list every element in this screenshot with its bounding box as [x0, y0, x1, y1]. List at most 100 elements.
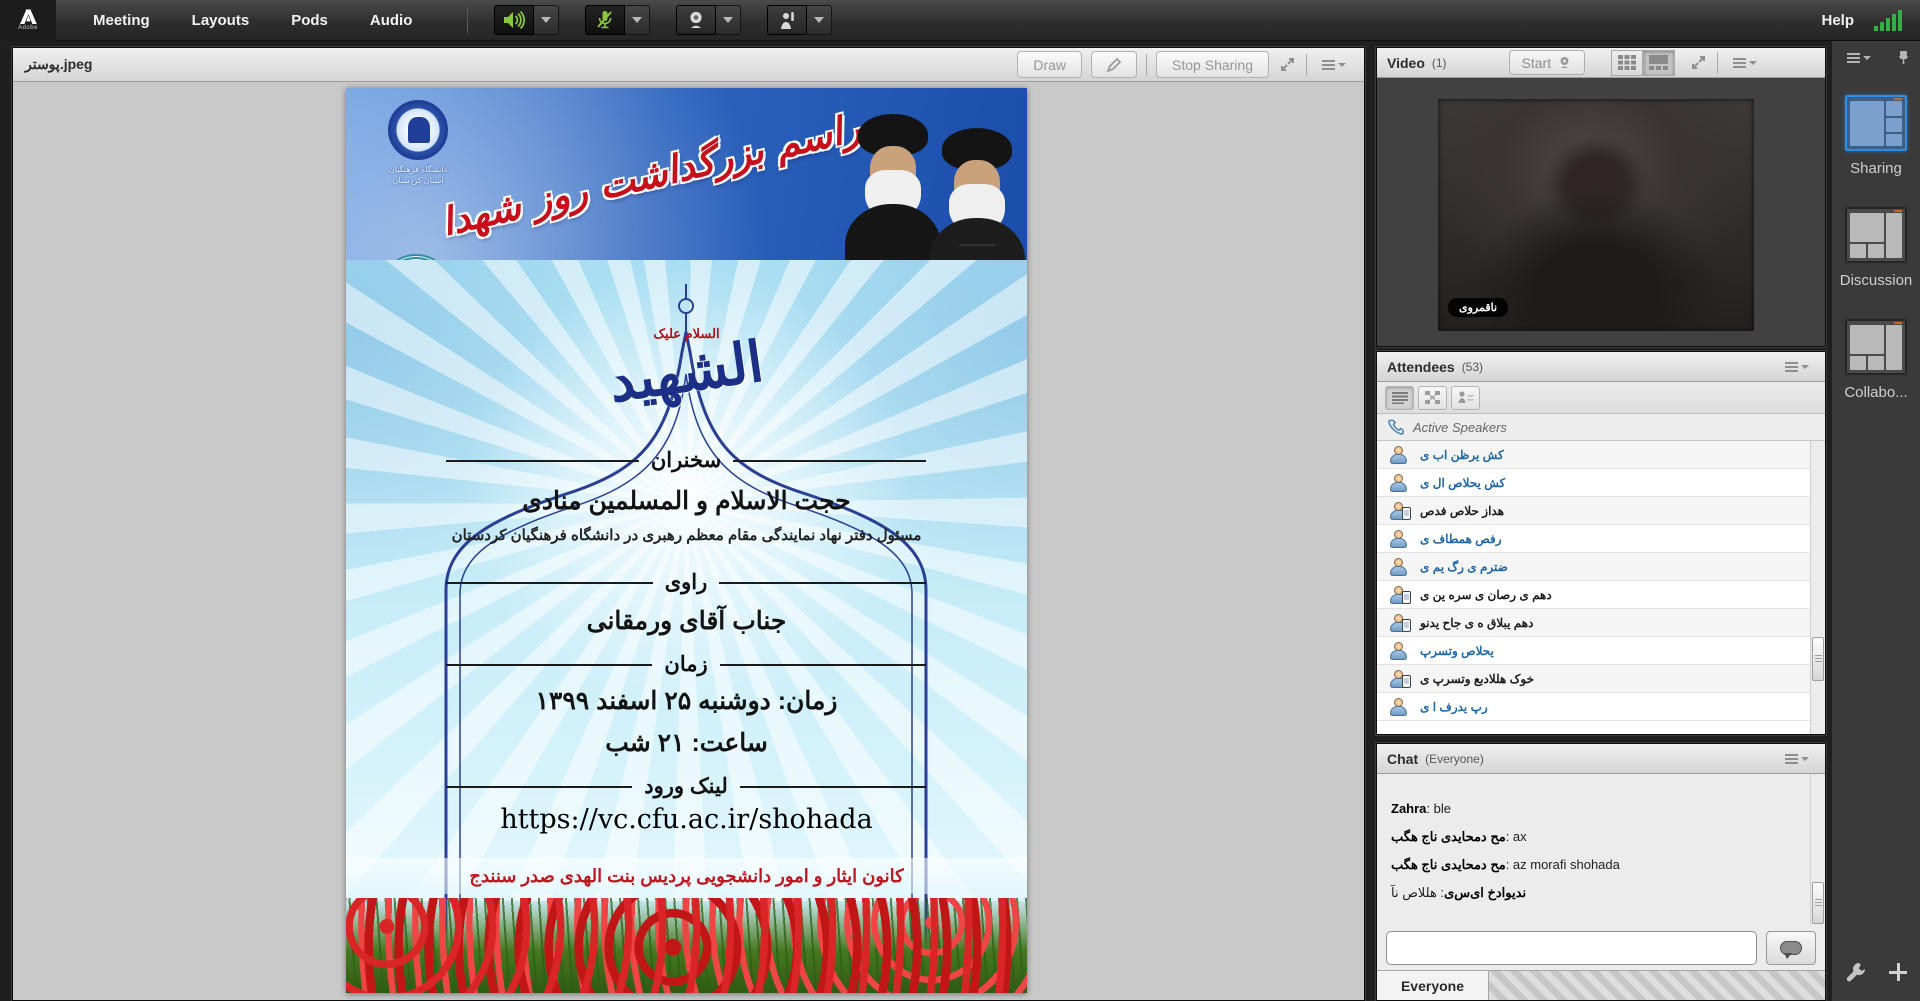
- video-pod-header: Video (1) Start: [1377, 48, 1825, 78]
- attendee-row[interactable]: ی با نظری شک: [1377, 441, 1825, 469]
- chat-text: : az morafi shohada: [1505, 856, 1620, 872]
- attendees-scrollbar-thumb[interactable]: [1812, 637, 1824, 681]
- share-pod-header: پوستر.jpeg Draw Stop Sharing: [13, 48, 1364, 82]
- fullscreen-icon[interactable]: [1689, 53, 1708, 72]
- attendee-name: وندی حاج ی ه قالبی مهد: [1420, 615, 1534, 630]
- chevron-down-icon: [1801, 364, 1809, 369]
- attendee-row[interactable]: ی فاطمه صفر: [1377, 525, 1825, 553]
- menu-audio[interactable]: Audio: [349, 12, 434, 29]
- raise-hand-button[interactable]: [767, 5, 808, 35]
- webcam-video-feed: ی‌ورمقان: [1438, 99, 1754, 331]
- microphone-button[interactable]: [585, 5, 626, 35]
- webcam-button[interactable]: [676, 5, 717, 35]
- chat-pod: Chat (Everyone) Zahra: ble بگه جان ی‌دی‌…: [1376, 743, 1826, 1001]
- shared-poster-image: مراسم بزرگداشت روز شهدا دانشگاه فرهنگیان…: [346, 88, 1027, 993]
- attendees-pod-menu-button[interactable]: [1779, 360, 1815, 374]
- chat-message: بگه جان ی‌دی‌احمد حم: ax: [1391, 828, 1799, 847]
- attendee-row[interactable]: ی لا صالحی شک: [1377, 469, 1825, 497]
- chevron-down-icon: [1863, 55, 1871, 60]
- layout-label-sharing: Sharing: [1850, 160, 1902, 177]
- attendee-name: ی نی هرس ی ناصر ی مهد: [1420, 587, 1552, 602]
- draw-button[interactable]: Draw: [1017, 51, 1083, 78]
- chat-scrollbar-thumb[interactable]: [1812, 882, 1824, 924]
- person-icon: [1389, 445, 1409, 464]
- attendees-scrollbar[interactable]: [1810, 441, 1825, 734]
- adobe-logo-label: Adobe: [18, 25, 38, 31]
- pod-menu-icon: [1785, 753, 1798, 764]
- attendee-name: ی ا فردی پر: [1420, 699, 1488, 714]
- chat-sender: ی‌س‌ی‌ا خداوی‌دن: [1444, 884, 1527, 900]
- university-logo-caption-1: دانشگاه فرهنگیان: [388, 165, 448, 174]
- pin-icon[interactable]: [1896, 50, 1911, 65]
- video-pod: Video (1) Start: [1376, 47, 1826, 347]
- stop-sharing-button[interactable]: Stop Sharing: [1156, 51, 1269, 78]
- chat-pod-menu-button[interactable]: [1779, 752, 1815, 766]
- chat-message: Zahra: ble: [1391, 800, 1799, 819]
- menu-meeting[interactable]: Meeting: [72, 12, 171, 29]
- attendee-name: ی می گر ی مرتض: [1420, 559, 1508, 574]
- microphone-dropdown-button[interactable]: [625, 5, 651, 35]
- wrench-icon[interactable]: [1845, 961, 1867, 983]
- attendee-name: ی با نظری شک: [1420, 447, 1504, 462]
- chat-scrollbar[interactable]: [1810, 774, 1825, 926]
- chat-input[interactable]: [1386, 931, 1757, 965]
- send-message-button[interactable]: [1766, 931, 1816, 965]
- tab-everyone[interactable]: Everyone: [1377, 971, 1489, 1000]
- layout-thumbnail-sharing: [1845, 95, 1907, 151]
- attendee-row[interactable]: ی نی هرس ی ناصر ی مهد: [1377, 581, 1825, 609]
- menu-layouts[interactable]: Layouts: [171, 12, 271, 29]
- university-logo: دانشگاه فرهنگیان استان کردستان: [372, 100, 464, 186]
- layout-item-sharing[interactable]: Sharing: [1832, 95, 1920, 177]
- attendee-row[interactable]: ی می گر ی مرتض: [1377, 553, 1825, 581]
- attendee-row[interactable]: صدف صالح زاده: [1377, 497, 1825, 525]
- filmstrip-view-button[interactable]: [1643, 49, 1676, 76]
- divider: [1717, 51, 1719, 74]
- share-pod-menu-button[interactable]: [1316, 58, 1352, 72]
- attendee-name: ی پرستو عبدالله کوخ: [1420, 671, 1535, 686]
- attendee-row[interactable]: ی ا فردی پر: [1377, 693, 1825, 721]
- list-view-icon: [1391, 391, 1408, 404]
- video-view-toggle: [1611, 49, 1676, 76]
- attendee-status-view-button[interactable]: [1451, 385, 1480, 410]
- speaker-section-heading: سخنران: [446, 448, 926, 473]
- breakout-view-button[interactable]: [1418, 385, 1447, 410]
- start-webcam-button[interactable]: Start: [1508, 50, 1586, 75]
- pointer-tool-button[interactable]: [1091, 51, 1138, 78]
- layout-item-collaboration[interactable]: Collabo...: [1832, 319, 1920, 401]
- speaker-button[interactable]: [494, 5, 535, 35]
- adobe-logo: Adobe: [0, 0, 56, 41]
- video-pod-menu-button[interactable]: [1727, 56, 1763, 70]
- layout-item-discussion[interactable]: Discussion: [1832, 207, 1920, 289]
- speaker-name: حجت الاسلام و المسلمین منادی: [522, 487, 851, 515]
- attendee-row[interactable]: ی پرستو عبدالله کوخ: [1377, 665, 1825, 693]
- time-section-heading: زمان: [446, 652, 926, 677]
- plus-icon[interactable]: [1889, 963, 1907, 981]
- chat-input-row: [1377, 926, 1825, 970]
- layouts-menu-button[interactable]: [1841, 51, 1877, 65]
- chat-text: : ax: [1505, 828, 1527, 844]
- university-logo-caption-2: استان کردستان: [392, 176, 444, 186]
- speaker-heading-text: سخنران: [650, 449, 722, 472]
- raise-hand-icon: [781, 12, 795, 29]
- microphone-control: [585, 5, 651, 35]
- attendee-list-view-button[interactable]: [1385, 385, 1414, 410]
- active-speakers-group[interactable]: Active Speakers: [1377, 414, 1825, 441]
- speaker-icon: [504, 10, 526, 30]
- grid-view-button[interactable]: [1611, 49, 1644, 76]
- help-menu[interactable]: Help: [1821, 12, 1854, 29]
- attendees-toolbar: [1377, 382, 1825, 414]
- layouts-panel: Sharing Discussion Collabo...: [1832, 41, 1920, 1001]
- attendees-pod-header: Attendees (53): [1377, 352, 1825, 382]
- event-time: ساعت: ۲۱ شب: [605, 729, 768, 757]
- speaker-dropdown-button[interactable]: [534, 5, 560, 35]
- chat-tabbar-hatch: [1489, 971, 1825, 1000]
- fullscreen-icon[interactable]: [1278, 55, 1297, 74]
- video-pod-title: Video: [1387, 54, 1425, 71]
- webcam-dropdown-button[interactable]: [716, 5, 742, 35]
- attendee-row[interactable]: وندی حاج ی ه قالبی مهد: [1377, 609, 1825, 637]
- chat-text: : ble: [1426, 801, 1451, 816]
- attendee-row[interactable]: پرستو صالحي: [1377, 637, 1825, 665]
- webcam-icon: [690, 11, 702, 28]
- menu-pods[interactable]: Pods: [270, 12, 349, 29]
- status-dropdown-button[interactable]: [807, 5, 833, 35]
